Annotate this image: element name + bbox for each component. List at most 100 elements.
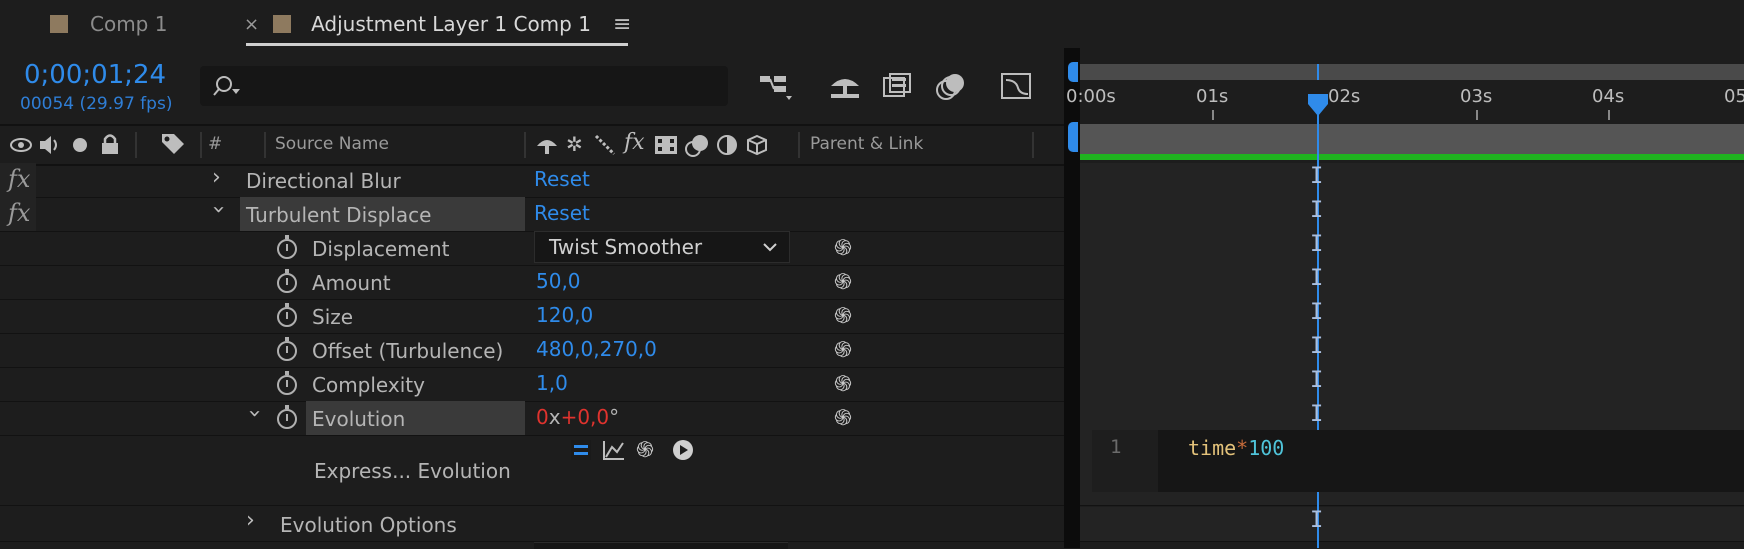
effect-row-directional-blur[interactable]: fx › Directional Blur Reset — [0, 163, 1064, 198]
expression-editor[interactable]: 1 time*100 — [1092, 430, 1744, 492]
column-number[interactable]: # — [208, 134, 222, 154]
collapse-transform-icon[interactable]: ✲ — [566, 132, 583, 156]
effect-toggle-icon[interactable]: fx — [8, 165, 30, 193]
keyframe-navigator-icon: I — [1310, 508, 1324, 533]
property-name: Size — [312, 305, 354, 329]
panel-menu-icon[interactable]: ≡ — [613, 12, 631, 37]
motion-blur-icon[interactable] — [934, 72, 966, 102]
adjustment-layer-icon[interactable] — [716, 134, 738, 156]
property-row-size: Size 120,0 ֍ — [0, 299, 1064, 334]
property-name: Evolution — [312, 407, 406, 431]
work-area-start-handle[interactable] — [1068, 122, 1078, 152]
cache-indicator — [1080, 154, 1744, 160]
time-ruler[interactable]: 0:00s 01s 02s 03s 04s 05 — [1066, 82, 1744, 124]
property-name: Amount — [312, 271, 391, 295]
property-value[interactable]: 480,0,270,0 — [536, 337, 657, 361]
timeline-row — [1080, 507, 1744, 542]
keyframe-navigator-icon: I — [1310, 402, 1324, 427]
keyframe-navigator-icon: I — [1310, 266, 1324, 291]
timeline-row — [1080, 367, 1744, 402]
panel-tab-bar: Comp 1 × Adjustment Layer 1 Comp 1 ≡ — [0, 0, 1744, 48]
property-value[interactable]: 120,0 — [536, 303, 593, 327]
expression-pick-whip-icon[interactable]: ֍ — [834, 369, 852, 398]
tab-label: Comp 1 — [90, 12, 168, 36]
composition-flowchart-icon[interactable] — [760, 72, 796, 102]
search-input[interactable] — [200, 66, 728, 106]
evolution-value[interactable]: 0x+0,0° — [536, 405, 619, 429]
stopwatch-icon[interactable] — [277, 337, 297, 361]
speaker-icon[interactable] — [38, 134, 62, 156]
reset-link[interactable]: Reset — [534, 167, 590, 191]
search-icon — [213, 76, 240, 96]
frame-info: 00054 (29.97 fps) — [20, 94, 173, 114]
frame-blending-icon[interactable] — [882, 72, 912, 100]
lock-icon[interactable] — [100, 132, 120, 156]
3d-layer-icon[interactable] — [746, 134, 768, 156]
expression-graph-icon[interactable] — [602, 439, 626, 461]
expression-pick-whip-icon[interactable]: ֍ — [834, 267, 852, 296]
ruler-label: 02s — [1328, 86, 1361, 107]
work-area-bar[interactable] — [1080, 124, 1744, 154]
property-name: Displacement — [312, 237, 450, 261]
expression-pick-whip-icon[interactable]: ֍ — [834, 301, 852, 330]
property-name: Complexity — [312, 373, 425, 397]
property-row-complexity: Complexity 1,0 ֍ — [0, 367, 1064, 402]
keyframe-navigator-icon: I — [1310, 232, 1324, 257]
quality-icon[interactable] — [594, 134, 616, 156]
frame-blend-switch-icon[interactable] — [654, 135, 678, 155]
keyframe-navigator-icon: I — [1310, 164, 1324, 189]
expand-chevron-icon[interactable]: › — [206, 205, 231, 214]
ruler-label: 01s — [1196, 86, 1229, 107]
shy-icon[interactable] — [534, 134, 560, 156]
effect-toggle-icon[interactable]: fx — [8, 199, 30, 227]
time-navigator-start-handle[interactable] — [1068, 62, 1078, 82]
label-tag-icon[interactable] — [160, 132, 186, 158]
eye-icon[interactable] — [10, 136, 34, 154]
graph-editor-icon[interactable] — [1000, 70, 1032, 102]
stopwatch-icon[interactable] — [277, 235, 297, 259]
expression-pick-whip-icon[interactable]: ֍ — [834, 335, 852, 364]
enable-expression-icon[interactable] — [570, 439, 592, 461]
expand-chevron-icon[interactable]: › — [242, 409, 267, 418]
current-time-display[interactable]: 0;00;01;24 — [24, 60, 166, 90]
effect-name[interactable]: Directional Blur — [246, 169, 401, 193]
expand-chevron-icon[interactable]: › — [212, 165, 221, 190]
stopwatch-icon[interactable] — [277, 405, 297, 429]
stopwatch-icon[interactable] — [277, 303, 297, 327]
timeline-row — [1080, 333, 1744, 368]
expression-row: Express... Evolution ֍ — [0, 435, 1064, 506]
time-navigator[interactable] — [1080, 64, 1744, 80]
expression-language-menu-icon[interactable] — [672, 439, 694, 461]
expression-pick-whip-icon[interactable]: ֍ — [636, 435, 654, 464]
draft-3d-icon[interactable] — [828, 72, 862, 100]
effect-row-turbulent-displace[interactable]: fx › Turbulent Displace Reset — [0, 197, 1064, 232]
group-name: Evolution Options — [280, 513, 457, 537]
close-tab-icon[interactable]: × — [244, 14, 259, 35]
stopwatch-icon[interactable] — [277, 269, 297, 293]
expression-pick-whip-icon[interactable]: ֍ — [834, 233, 852, 262]
reset-link[interactable]: Reset — [534, 201, 590, 225]
stopwatch-icon[interactable] — [277, 371, 297, 395]
expression-pick-whip-icon[interactable]: ֍ — [834, 403, 852, 432]
expand-chevron-icon[interactable]: › — [246, 508, 255, 533]
property-value[interactable]: 1,0 — [536, 371, 568, 395]
property-group-evolution-options[interactable]: › Evolution Options — [0, 507, 1064, 542]
property-value[interactable]: 50,0 — [536, 269, 581, 293]
column-source-name[interactable]: Source Name — [275, 134, 389, 154]
ruler-label: 0:00s — [1066, 86, 1116, 107]
column-parent-link[interactable]: Parent & Link — [810, 134, 923, 154]
effect-name[interactable]: Turbulent Displace — [246, 203, 431, 227]
motion-blur-switch-icon[interactable] — [684, 133, 712, 159]
tab-comp-1[interactable]: Comp 1 — [50, 0, 167, 48]
property-row-displacement: Displacement Twist Smoother ֍ — [0, 231, 1064, 266]
expression-code[interactable]: time*100 — [1188, 436, 1284, 460]
tab-adjustment-layer-1-comp-1[interactable]: × Adjustment Layer 1 Comp 1 ≡ — [244, 0, 631, 48]
ruler-label: 04s — [1592, 86, 1625, 107]
displacement-dropdown[interactable]: Twist Smoother — [534, 231, 790, 263]
timeline-row — [1080, 265, 1744, 300]
solo-icon[interactable] — [72, 137, 88, 153]
effect-switch-icon[interactable]: fx — [624, 130, 645, 155]
expression-label: Express... Evolution — [314, 459, 511, 483]
ruler-label: 03s — [1460, 86, 1493, 107]
timeline-row — [1080, 197, 1744, 232]
